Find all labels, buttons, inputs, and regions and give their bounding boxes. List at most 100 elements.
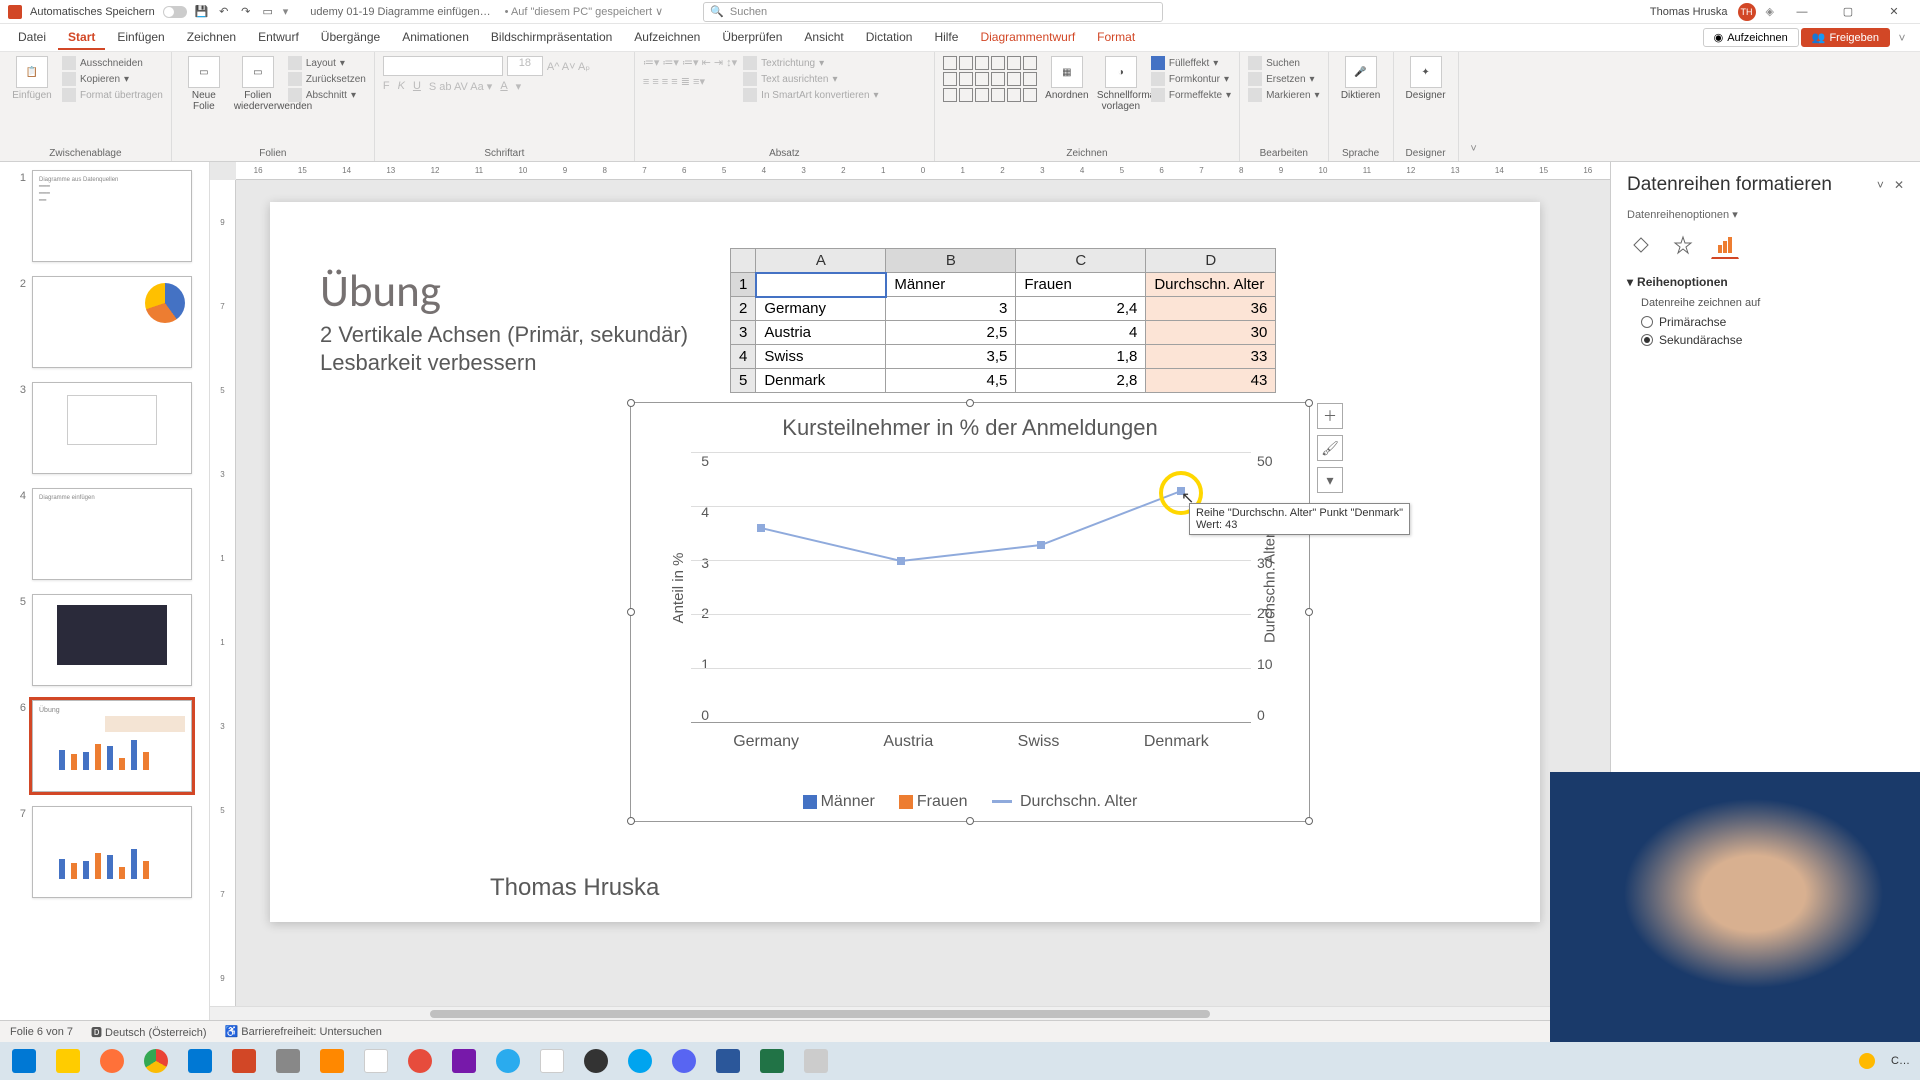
telegram-icon[interactable] [488,1045,528,1077]
select-button[interactable]: Markieren ▾ [1248,88,1320,102]
series-options-tab-icon[interactable] [1711,231,1739,259]
primary-axis-radio[interactable]: Primärachse [1641,315,1904,329]
ribbon-options-icon[interactable]: ˅ [1459,52,1489,161]
app-icon-6[interactable] [620,1045,660,1077]
chart-styles-button[interactable]: 🖌 [1317,435,1343,461]
minimize-button[interactable]: — [1784,0,1820,24]
ribbon-collapse-icon[interactable]: ˅ [1892,31,1912,45]
tab-format[interactable]: Format [1087,26,1145,50]
chart-plot-area[interactable]: Anteil in % Durchschn. Alter 012345 0102… [691,453,1251,723]
smartart-button[interactable]: In SmartArt konvertieren ▾ [743,88,878,102]
thumbnail-panel[interactable]: 1Diagramme aus Datenquellen━━━━━━━━ 2 3 … [0,162,210,1020]
chart-title[interactable]: Kursteilnehmer in % der Anmeldungen [631,403,1309,441]
app-icon-3[interactable] [400,1045,440,1077]
app-icon-8[interactable] [796,1045,836,1077]
series-options-section[interactable]: ▾ Reihenoptionen [1627,275,1904,289]
tab-animationen[interactable]: Animationen [392,26,479,50]
accessibility-status[interactable]: ♿ Barrierefreiheit: Untersuchen [225,1025,382,1038]
btn-freigeben[interactable]: 👥 Freigeben [1801,28,1890,47]
slideshow-icon[interactable]: ▭ [261,5,275,19]
replace-button[interactable]: Ersetzen ▾ [1248,72,1320,86]
font-size-input[interactable]: 18 [507,56,543,76]
tab-einfuegen[interactable]: Einfügen [107,26,174,50]
app-icon[interactable] [268,1045,308,1077]
data-source-table[interactable]: A B C D 1 Männer Frauen Durchschn. Alter… [730,248,1276,393]
cut-button[interactable]: Ausschneiden [62,56,163,70]
tab-datei[interactable]: Datei [8,26,56,50]
slide-subtitle-2[interactable]: Lesbarkeit verbessern [320,350,536,376]
maximize-button[interactable]: ▢ [1830,0,1866,24]
slide-subtitle-1[interactable]: 2 Vertikale Achsen (Primär, sekundär) [320,322,688,348]
user-avatar[interactable]: TH [1738,3,1756,21]
chart-elements-button[interactable]: ＋ [1317,403,1343,429]
powerpoint-taskbar-icon[interactable] [224,1045,264,1077]
quick-styles-button[interactable]: ◑Schnellformat- vorlagen [1097,56,1145,112]
tab-dictation[interactable]: Dictation [856,26,923,50]
secondary-axis-radio[interactable]: Sekundärachse [1641,333,1904,347]
chart-object[interactable]: Kursteilnehmer in % der Anmeldungen Ante… [630,402,1310,822]
slide-thumb-2[interactable] [32,276,192,368]
task-pane-dropdown-icon[interactable]: ˅ [1877,178,1884,192]
designer-button[interactable]: ✦Designer [1402,56,1450,101]
shape-effects-button[interactable]: Formeffekte ▾ [1151,88,1231,102]
tab-diagrammentwurf[interactable]: Diagrammentwurf [970,26,1085,50]
slide-counter[interactable]: Folie 6 von 7 [10,1026,73,1038]
app-icon-2[interactable] [356,1045,396,1077]
slide-thumb-4[interactable]: Diagramme einfügen [32,488,192,580]
app-icon-5[interactable] [576,1045,616,1077]
slide-editor[interactable]: 1615141312111098765432101234567891011121… [210,162,1610,1020]
tab-entwurf[interactable]: Entwurf [248,26,309,50]
save-icon[interactable]: 💾 [195,5,209,19]
close-button[interactable]: ✕ [1876,0,1912,24]
saved-status[interactable]: • Auf "diesem PC" gespeichert ∨ [505,5,664,18]
slide-canvas[interactable]: Übung 2 Vertikale Achsen (Primär, sekund… [270,202,1540,922]
copy-button[interactable]: Kopieren ▾ [62,72,163,86]
vlc-icon[interactable] [312,1045,352,1077]
line-series[interactable] [691,453,1251,723]
task-pane-close-icon[interactable]: ✕ [1894,178,1904,192]
redo-icon[interactable]: ↷ [239,5,253,19]
tab-start[interactable]: Start [58,26,105,50]
app-icon-7[interactable] [664,1045,704,1077]
slide-thumb-7[interactable] [32,806,192,898]
layout-button[interactable]: Layout ▾ [288,56,366,70]
reset-button[interactable]: Zurücksetzen [288,72,366,86]
word-icon[interactable] [708,1045,748,1077]
undo-icon[interactable]: ↶ [217,5,231,19]
language-status[interactable]: 🅳 Deutsch (Österreich) [91,1024,207,1040]
slide-title[interactable]: Übung [320,264,441,319]
dictate-button[interactable]: 🎤Diktieren [1337,56,1385,101]
find-button[interactable]: Suchen [1248,56,1320,70]
effects-tab-icon[interactable] [1669,231,1697,259]
search-box[interactable]: 🔍 Suchen [703,2,1163,22]
slide-thumb-3[interactable] [32,382,192,474]
tab-hilfe[interactable]: Hilfe [924,26,968,50]
shape-fill-button[interactable]: Fülleffekt ▾ [1151,56,1231,70]
slide-thumb-1[interactable]: Diagramme aus Datenquellen━━━━━━━━ [32,170,192,262]
tray-text[interactable]: C… [1891,1055,1916,1067]
firefox-icon[interactable] [92,1045,132,1077]
x-axis-categories[interactable]: Germany Austria Swiss Denmark [691,733,1251,751]
tab-ueberpruefen[interactable]: Überprüfen [712,26,792,50]
y-axis-right[interactable]: 01020304050 [1257,453,1287,723]
chrome-icon[interactable] [136,1045,176,1077]
tab-aufzeichnen[interactable]: Aufzeichnen [624,26,710,50]
slide-author[interactable]: Thomas Hruska [490,874,659,902]
options-dropdown[interactable]: Datenreihenoptionen [1627,209,1729,221]
diamond-icon[interactable]: ◈ [1766,5,1774,18]
btn-aufzeichnen[interactable]: ◉ Aufzeichnen [1703,28,1799,47]
tab-bildschirm[interactable]: Bildschirmpräsentation [481,26,622,50]
horizontal-scrollbar[interactable] [210,1006,1610,1020]
chart-filter-button[interactable]: ▾ [1317,467,1343,493]
slide-thumb-6[interactable]: Übung [32,700,192,792]
outlook-icon[interactable] [180,1045,220,1077]
tab-uebergaenge[interactable]: Übergänge [311,26,390,50]
reuse-slides-button[interactable]: ▭Folien wiederverwenden [234,56,282,112]
paste-button[interactable]: 📋Einfügen [8,56,56,101]
shapes-gallery[interactable] [943,56,1037,102]
onenote-icon[interactable] [444,1045,484,1077]
autosave-toggle[interactable] [163,6,187,18]
app-icon-4[interactable] [532,1045,572,1077]
tab-ansicht[interactable]: Ansicht [794,26,853,50]
tab-zeichnen[interactable]: Zeichnen [177,26,246,50]
